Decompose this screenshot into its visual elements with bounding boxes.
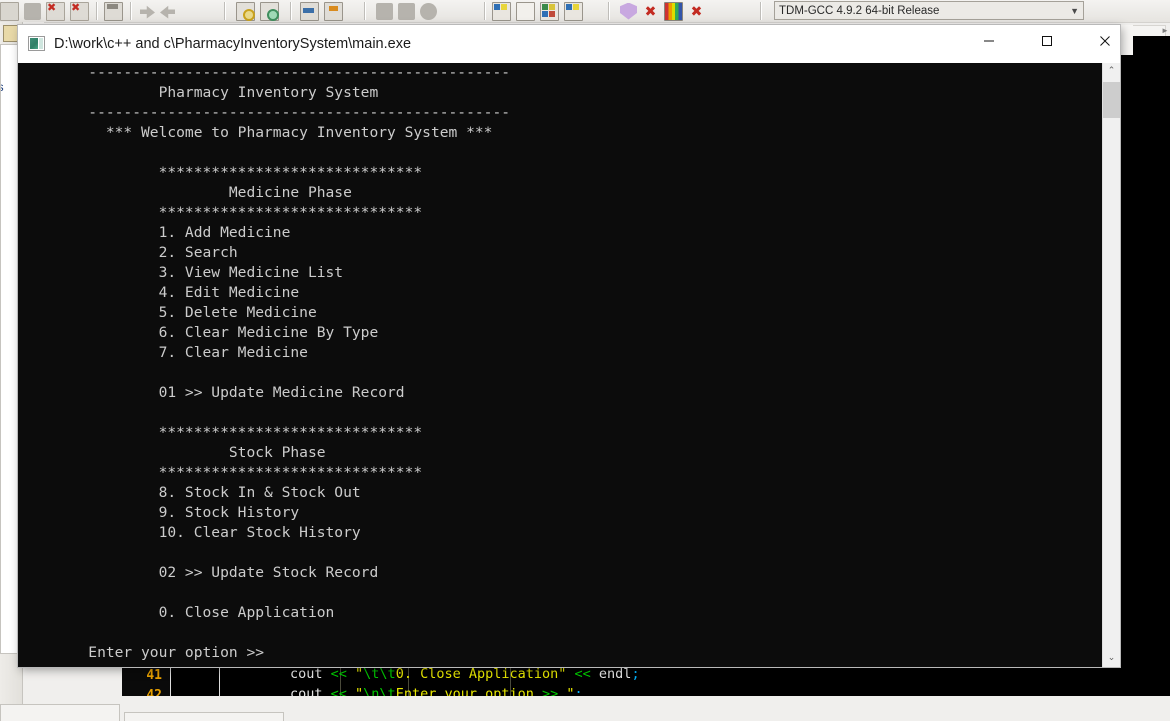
new-file-icon[interactable] — [0, 1, 19, 21]
toolbar-divider-4 — [290, 2, 291, 20]
close-button[interactable] — [1082, 25, 1128, 57]
toolbar-group-file — [0, 0, 89, 22]
code-token: " — [566, 686, 575, 696]
stop-debug-icon[interactable]: ✖ — [642, 3, 659, 20]
console-window-title: D:\work\c++ and c\PharmacyInventorySyste… — [54, 36, 412, 52]
save-icon[interactable] — [104, 1, 123, 21]
console-window: D:\work\c++ and c\PharmacyInventorySyste… — [18, 25, 1120, 667]
close-all-icon[interactable] — [70, 0, 89, 21]
code-token: cout — [290, 666, 331, 682]
find-icon[interactable] — [236, 1, 255, 21]
code-token: >> — [542, 686, 567, 696]
tile-windows-icon[interactable] — [492, 1, 511, 21]
toolbar-divider-7 — [608, 2, 609, 20]
goto-line-icon[interactable] — [300, 1, 319, 21]
toolbar-group-undo — [140, 0, 175, 22]
code-token: Enter your option — [395, 686, 542, 696]
console-output-area[interactable]: ----------------------------------------… — [18, 63, 1120, 667]
compile-run-icon[interactable] — [420, 2, 437, 20]
profile-icon[interactable] — [664, 1, 683, 21]
toolbar-group-build — [376, 0, 437, 22]
status-panel-left — [0, 704, 120, 721]
compile-icon[interactable] — [376, 2, 393, 20]
debug-icon[interactable] — [620, 2, 637, 20]
project-tree-label: ass — [1, 80, 4, 94]
code-token: cout — [290, 686, 331, 696]
toolbar-group-save — [104, 0, 123, 22]
toolbar-divider-8 — [760, 2, 761, 20]
code-line[interactable]: cout << "\n\tEnter your option >> "; — [290, 686, 583, 696]
close-icon — [1100, 36, 1110, 46]
toggle-panel-icon[interactable] — [324, 1, 343, 21]
code-token: \n\t — [363, 686, 396, 696]
toolbar-divider-5 — [364, 2, 365, 20]
delete-profile-icon[interactable]: ✖ — [688, 3, 705, 20]
cascade-windows-icon[interactable] — [516, 1, 535, 21]
code-line[interactable]: cout << "\t\t0. Close Application" << en… — [290, 666, 640, 682]
run-icon[interactable] — [398, 2, 415, 20]
toolbar-group-view — [300, 0, 343, 22]
compiler-selector[interactable]: TDM-GCC 4.9.2 64-bit Release ▼ — [774, 1, 1084, 20]
editor-right-region — [1133, 57, 1170, 665]
toolbar-divider-1 — [96, 2, 97, 20]
line-number: 42 — [146, 688, 162, 696]
code-token: endl — [598, 666, 632, 682]
class-view-icon[interactable] — [564, 1, 583, 21]
code-token: \t\t — [363, 666, 396, 682]
code-token: ; — [631, 666, 640, 682]
redo-icon[interactable] — [160, 4, 175, 19]
toolbar-group-debug: ✖ ✖ — [620, 0, 705, 22]
project-view-icon[interactable] — [540, 1, 559, 21]
scroll-right-icon[interactable]: ► — [1160, 25, 1170, 36]
console-output-text: ----------------------------------------… — [88, 64, 511, 661]
scroll-up-icon[interactable]: ⌃ — [1103, 63, 1120, 80]
line-number: 41 — [146, 668, 162, 683]
minimize-button[interactable] — [966, 25, 1012, 57]
ide-toolbar: ✖ ✖ TDM-GCC 4.9.2 64-bit Release ▼ — [0, 0, 1170, 23]
screen-root: ✖ ✖ TDM-GCC 4.9.2 64-bit Release ▼ ass ◄… — [0, 0, 1170, 721]
toolbar-group-find — [236, 0, 279, 22]
status-panel-center — [124, 712, 284, 721]
console-titlebar[interactable]: D:\work\c++ and c\PharmacyInventorySyste… — [18, 25, 1120, 64]
code-token: " — [355, 686, 364, 696]
code-token: << — [330, 686, 356, 696]
open-folder-icon[interactable] — [24, 2, 41, 20]
code-token: ; — [574, 686, 583, 696]
toolbar-divider-2 — [130, 2, 131, 20]
chevron-down-icon[interactable]: ▼ — [1070, 2, 1079, 19]
compiler-selector-value: TDM-GCC 4.9.2 64-bit Release — [779, 5, 940, 17]
scroll-down-icon[interactable]: ⌄ — [1103, 650, 1120, 667]
code-token: 0. Close Application — [395, 666, 559, 682]
code-token: " — [355, 666, 364, 682]
console-app-icon — [28, 36, 45, 51]
minimize-icon — [984, 40, 994, 42]
toolbar-divider-6 — [484, 2, 485, 20]
scrollbar-thumb[interactable] — [1103, 82, 1120, 118]
code-token: << — [574, 666, 599, 682]
code-token: << — [330, 666, 356, 682]
maximize-icon — [1042, 36, 1052, 46]
undo-icon[interactable] — [140, 5, 155, 19]
toolbar-group-windows — [492, 0, 583, 22]
maximize-button[interactable] — [1024, 25, 1070, 57]
close-file-icon[interactable] — [46, 0, 65, 21]
console-vertical-scrollbar[interactable]: ⌃ ⌄ — [1102, 63, 1120, 667]
toolbar-divider-3 — [224, 2, 225, 20]
replace-icon[interactable] — [260, 1, 279, 21]
